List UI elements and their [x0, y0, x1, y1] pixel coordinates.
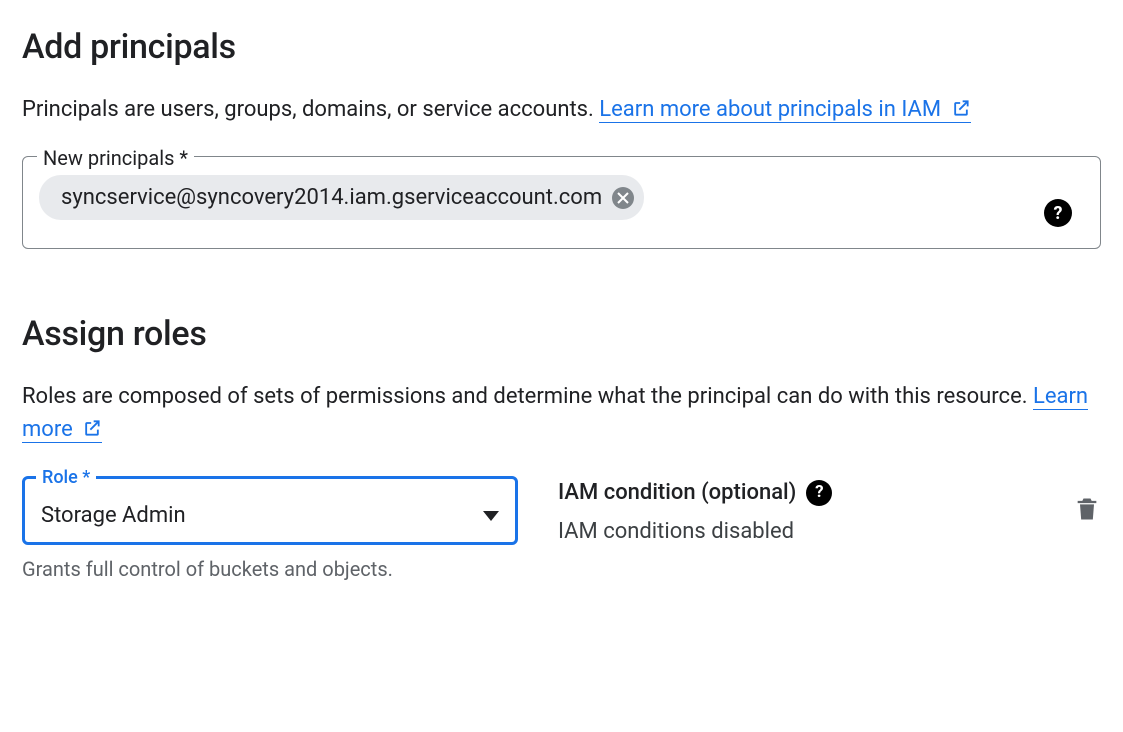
role-select-wrap: Role * Storage Admin Grants full control… — [22, 476, 518, 584]
add-principals-description-text: Principals are users, groups, domains, o… — [22, 97, 599, 122]
role-select-label: Role * — [36, 464, 96, 491]
trash-icon — [1073, 494, 1101, 524]
principal-chip[interactable]: syncservice@syncovery2014.iam.gserviceac… — [39, 175, 644, 220]
learn-principals-link-text: Learn more about principals in IAM — [599, 97, 941, 122]
assign-roles-description-text: Roles are composed of sets of permission… — [22, 384, 1033, 409]
assign-roles-title: Assign roles — [22, 309, 1101, 360]
condition-help-icon[interactable]: ? — [806, 480, 832, 506]
add-principals-description: Principals are users, groups, domains, o… — [22, 93, 1101, 128]
learn-principals-link[interactable]: Learn more about principals in IAM — [599, 97, 970, 123]
principals-help-icon[interactable]: ? — [1044, 199, 1072, 227]
chip-remove-button[interactable] — [612, 187, 634, 209]
new-principals-field[interactable]: New principals * syncservice@syncovery20… — [22, 156, 1101, 249]
delete-role-button[interactable] — [1073, 476, 1101, 524]
role-hint: Grants full control of buckets and objec… — [22, 555, 432, 584]
condition-title: IAM condition (optional) — [558, 476, 796, 509]
role-select[interactable]: Role * Storage Admin — [22, 476, 518, 545]
condition-header: IAM condition (optional) ? — [558, 476, 1033, 509]
principal-chip-value: syncservice@syncovery2014.iam.gserviceac… — [61, 181, 602, 214]
assign-roles-description: Roles are composed of sets of permission… — [22, 380, 1101, 448]
external-link-icon — [82, 415, 102, 448]
add-principals-title: Add principals — [22, 22, 1101, 73]
role-row: Role * Storage Admin Grants full control… — [22, 476, 1101, 584]
condition-column: IAM condition (optional) ? IAM condition… — [558, 476, 1033, 548]
new-principals-label: New principals * — [37, 143, 194, 173]
condition-status: IAM conditions disabled — [558, 515, 1033, 548]
role-select-value: Storage Admin — [41, 499, 186, 532]
external-link-icon — [951, 95, 971, 128]
chevron-down-icon — [483, 511, 499, 521]
